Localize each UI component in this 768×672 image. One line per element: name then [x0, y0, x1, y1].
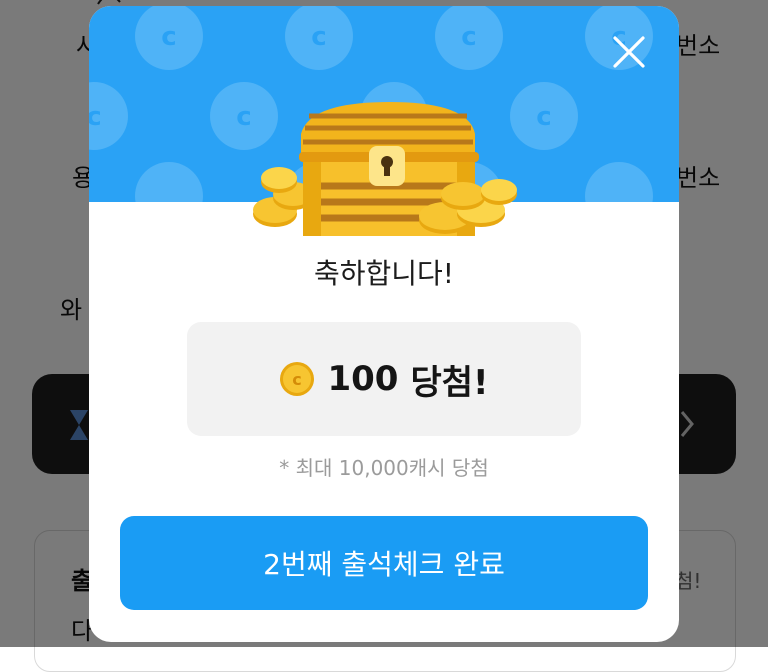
svg-text:c: c	[293, 370, 302, 389]
prize-suffix: 당첨!	[410, 362, 489, 403]
close-icon[interactable]	[611, 34, 647, 70]
svg-text:c: c	[161, 22, 176, 52]
congrats-heading: 축하합니다!	[313, 257, 455, 290]
treasure-chest-icon	[253, 102, 517, 236]
max-reward-note: * 최대 10,000캐시 당첨	[279, 456, 489, 480]
svg-text:c: c	[311, 22, 326, 52]
prize-amount: 100	[327, 359, 399, 399]
svg-text:c: c	[536, 102, 551, 132]
svg-text:c: c	[89, 102, 102, 132]
prize-box: c 100 당첨!	[187, 322, 581, 436]
reward-modal: cccc cccc	[89, 6, 679, 642]
svg-text:c: c	[461, 22, 476, 52]
attendance-complete-button[interactable]: 2번째 출석체크 완료	[120, 516, 648, 610]
coin-icon: c	[280, 362, 315, 396]
